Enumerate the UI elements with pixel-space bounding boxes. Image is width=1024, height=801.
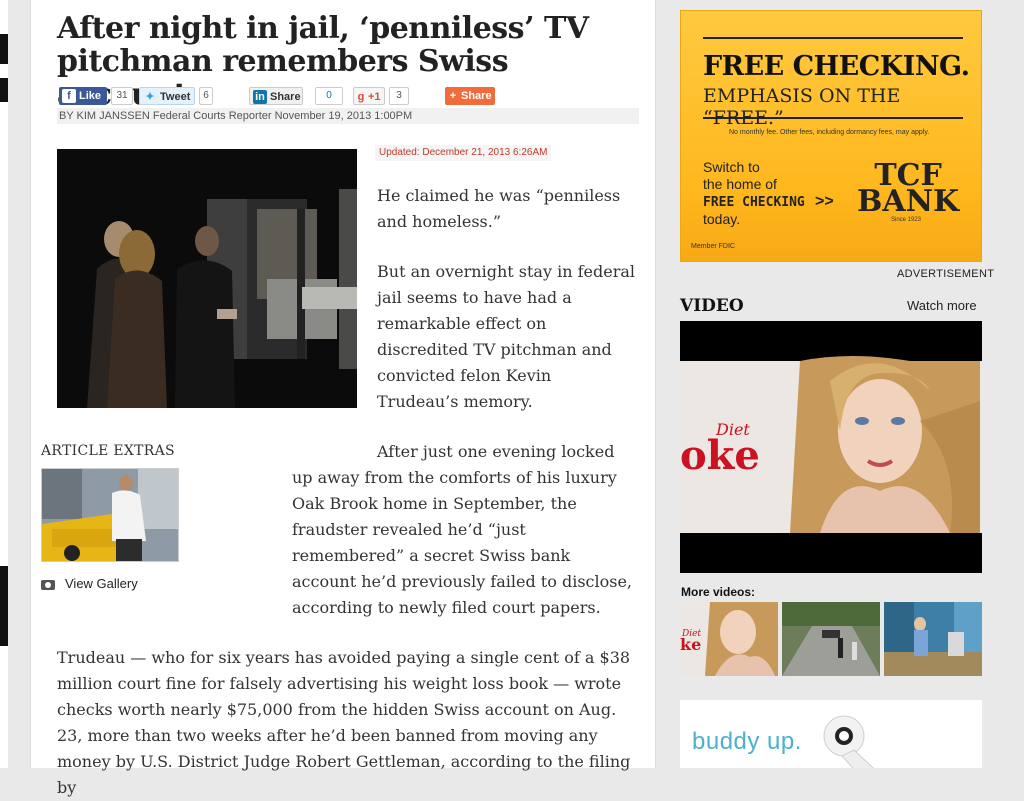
twitter-bird-icon: ✦ xyxy=(145,91,155,103)
thumb-2-image xyxy=(782,602,880,676)
updated-timestamp: Updated: December 21, 2013 6:26AM xyxy=(375,145,552,161)
ad-member-fdic: Member FDIC xyxy=(691,243,735,250)
ad-switch-line: Switch to xyxy=(703,159,760,175)
ad-arrows: >> xyxy=(815,193,834,210)
paragraph-2: But an overnight stay in federal jail se… xyxy=(377,262,635,411)
google-plus-button[interactable]: g +1 xyxy=(353,87,385,105)
article-column: After night in jail, ‘penniless’ TV pitc… xyxy=(30,0,656,797)
advertisement-label: ADVERTISEMENT xyxy=(897,268,995,280)
ad-headline: FREE CHECKING. xyxy=(703,51,970,82)
video-heading: VIDEO xyxy=(680,296,744,316)
watch-more-link[interactable]: Watch more xyxy=(907,298,977,313)
article-video[interactable] xyxy=(57,149,357,408)
street-photo xyxy=(42,469,178,561)
more-video-thumb-1[interactable]: Diet ke xyxy=(680,602,778,676)
ad-free-checking: FREE CHECKING xyxy=(703,195,805,210)
share-label: Share xyxy=(461,90,492,102)
article-extras-title: ARTICLE EXTRAS xyxy=(41,443,175,459)
tweet-count: 6 xyxy=(199,87,213,105)
thumb-3-image xyxy=(884,602,982,676)
gallery-thumbnail[interactable] xyxy=(41,468,179,562)
ad-switch-copy: Switch to the home of FREE CHECKING toda… xyxy=(703,159,805,228)
tcf-bank-logo: TCF BANK xyxy=(857,161,960,219)
edge-mark xyxy=(0,78,8,102)
ad-switch-line: today. xyxy=(703,211,741,227)
player-brand-big: oke xyxy=(680,432,760,479)
cleansing-brush-icon xyxy=(823,715,875,768)
view-gallery-link[interactable]: View Gallery xyxy=(41,576,138,591)
more-video-thumb-2[interactable] xyxy=(782,602,880,676)
ad-subline: EMPHASIS ON THE “FREE.” xyxy=(703,85,901,129)
tcf-bank-advertisement[interactable]: FREE CHECKING. EMPHASIS ON THE “FREE.” N… xyxy=(680,10,982,262)
linkedin-icon: in xyxy=(253,90,267,104)
share-button[interactable]: + Share xyxy=(445,87,495,105)
courtroom-video-frame xyxy=(57,149,357,408)
tweet-button[interactable]: ✦ Tweet xyxy=(139,87,195,105)
buddy-up-text: buddy up. xyxy=(692,728,802,755)
edge-mark xyxy=(0,566,8,646)
like-count: 31 xyxy=(111,87,133,105)
buddy-up-advertisement[interactable]: buddy up. xyxy=(680,700,982,768)
paragraph-3: After just one evening locked up away fr… xyxy=(292,442,632,617)
ad-mid-rule xyxy=(703,117,963,119)
edge-mark xyxy=(0,34,8,64)
thumb-1-image: Diet ke xyxy=(680,602,778,676)
paragraph-4: Trudeau — who for six years has avoided … xyxy=(57,648,631,797)
ad-switch-line: the home of xyxy=(703,176,777,192)
thumb-1-brand-big: ke xyxy=(680,635,701,654)
article-byline: BY KIM JANSSEN Federal Courts Reporter N… xyxy=(57,108,639,124)
ad-top-rule xyxy=(703,37,963,39)
facebook-like-button[interactable]: f Like xyxy=(59,87,107,105)
gplus-label: +1 xyxy=(368,91,381,103)
camera-icon xyxy=(41,579,55,590)
more-videos-label: More videos: xyxy=(681,585,756,599)
facebook-icon: f xyxy=(62,89,76,103)
linkedin-label: Share xyxy=(270,91,301,103)
ad-fine-print: No monthly fee. Other fees, including do… xyxy=(729,129,930,136)
tweet-label: Tweet xyxy=(160,91,191,103)
linkedin-count: 0 xyxy=(315,87,343,105)
linkedin-share-button[interactable]: in Share xyxy=(249,87,303,105)
gplus-count: 3 xyxy=(389,87,409,105)
diet-coke-video-frame: Diet oke xyxy=(680,321,982,573)
google-plus-icon: g xyxy=(357,91,365,103)
like-label: Like xyxy=(79,90,102,102)
ad-since: Since 1923 xyxy=(891,217,922,223)
window-edge xyxy=(0,0,8,768)
plus-icon: + xyxy=(449,90,457,102)
video-player[interactable]: Diet oke xyxy=(680,321,982,573)
paragraph-1: He claimed he was “penniless and homeles… xyxy=(377,186,621,231)
view-gallery-label: View Gallery xyxy=(65,576,138,591)
more-video-thumb-3[interactable] xyxy=(884,602,982,676)
tcf-logo-line2: BANK xyxy=(857,184,960,219)
